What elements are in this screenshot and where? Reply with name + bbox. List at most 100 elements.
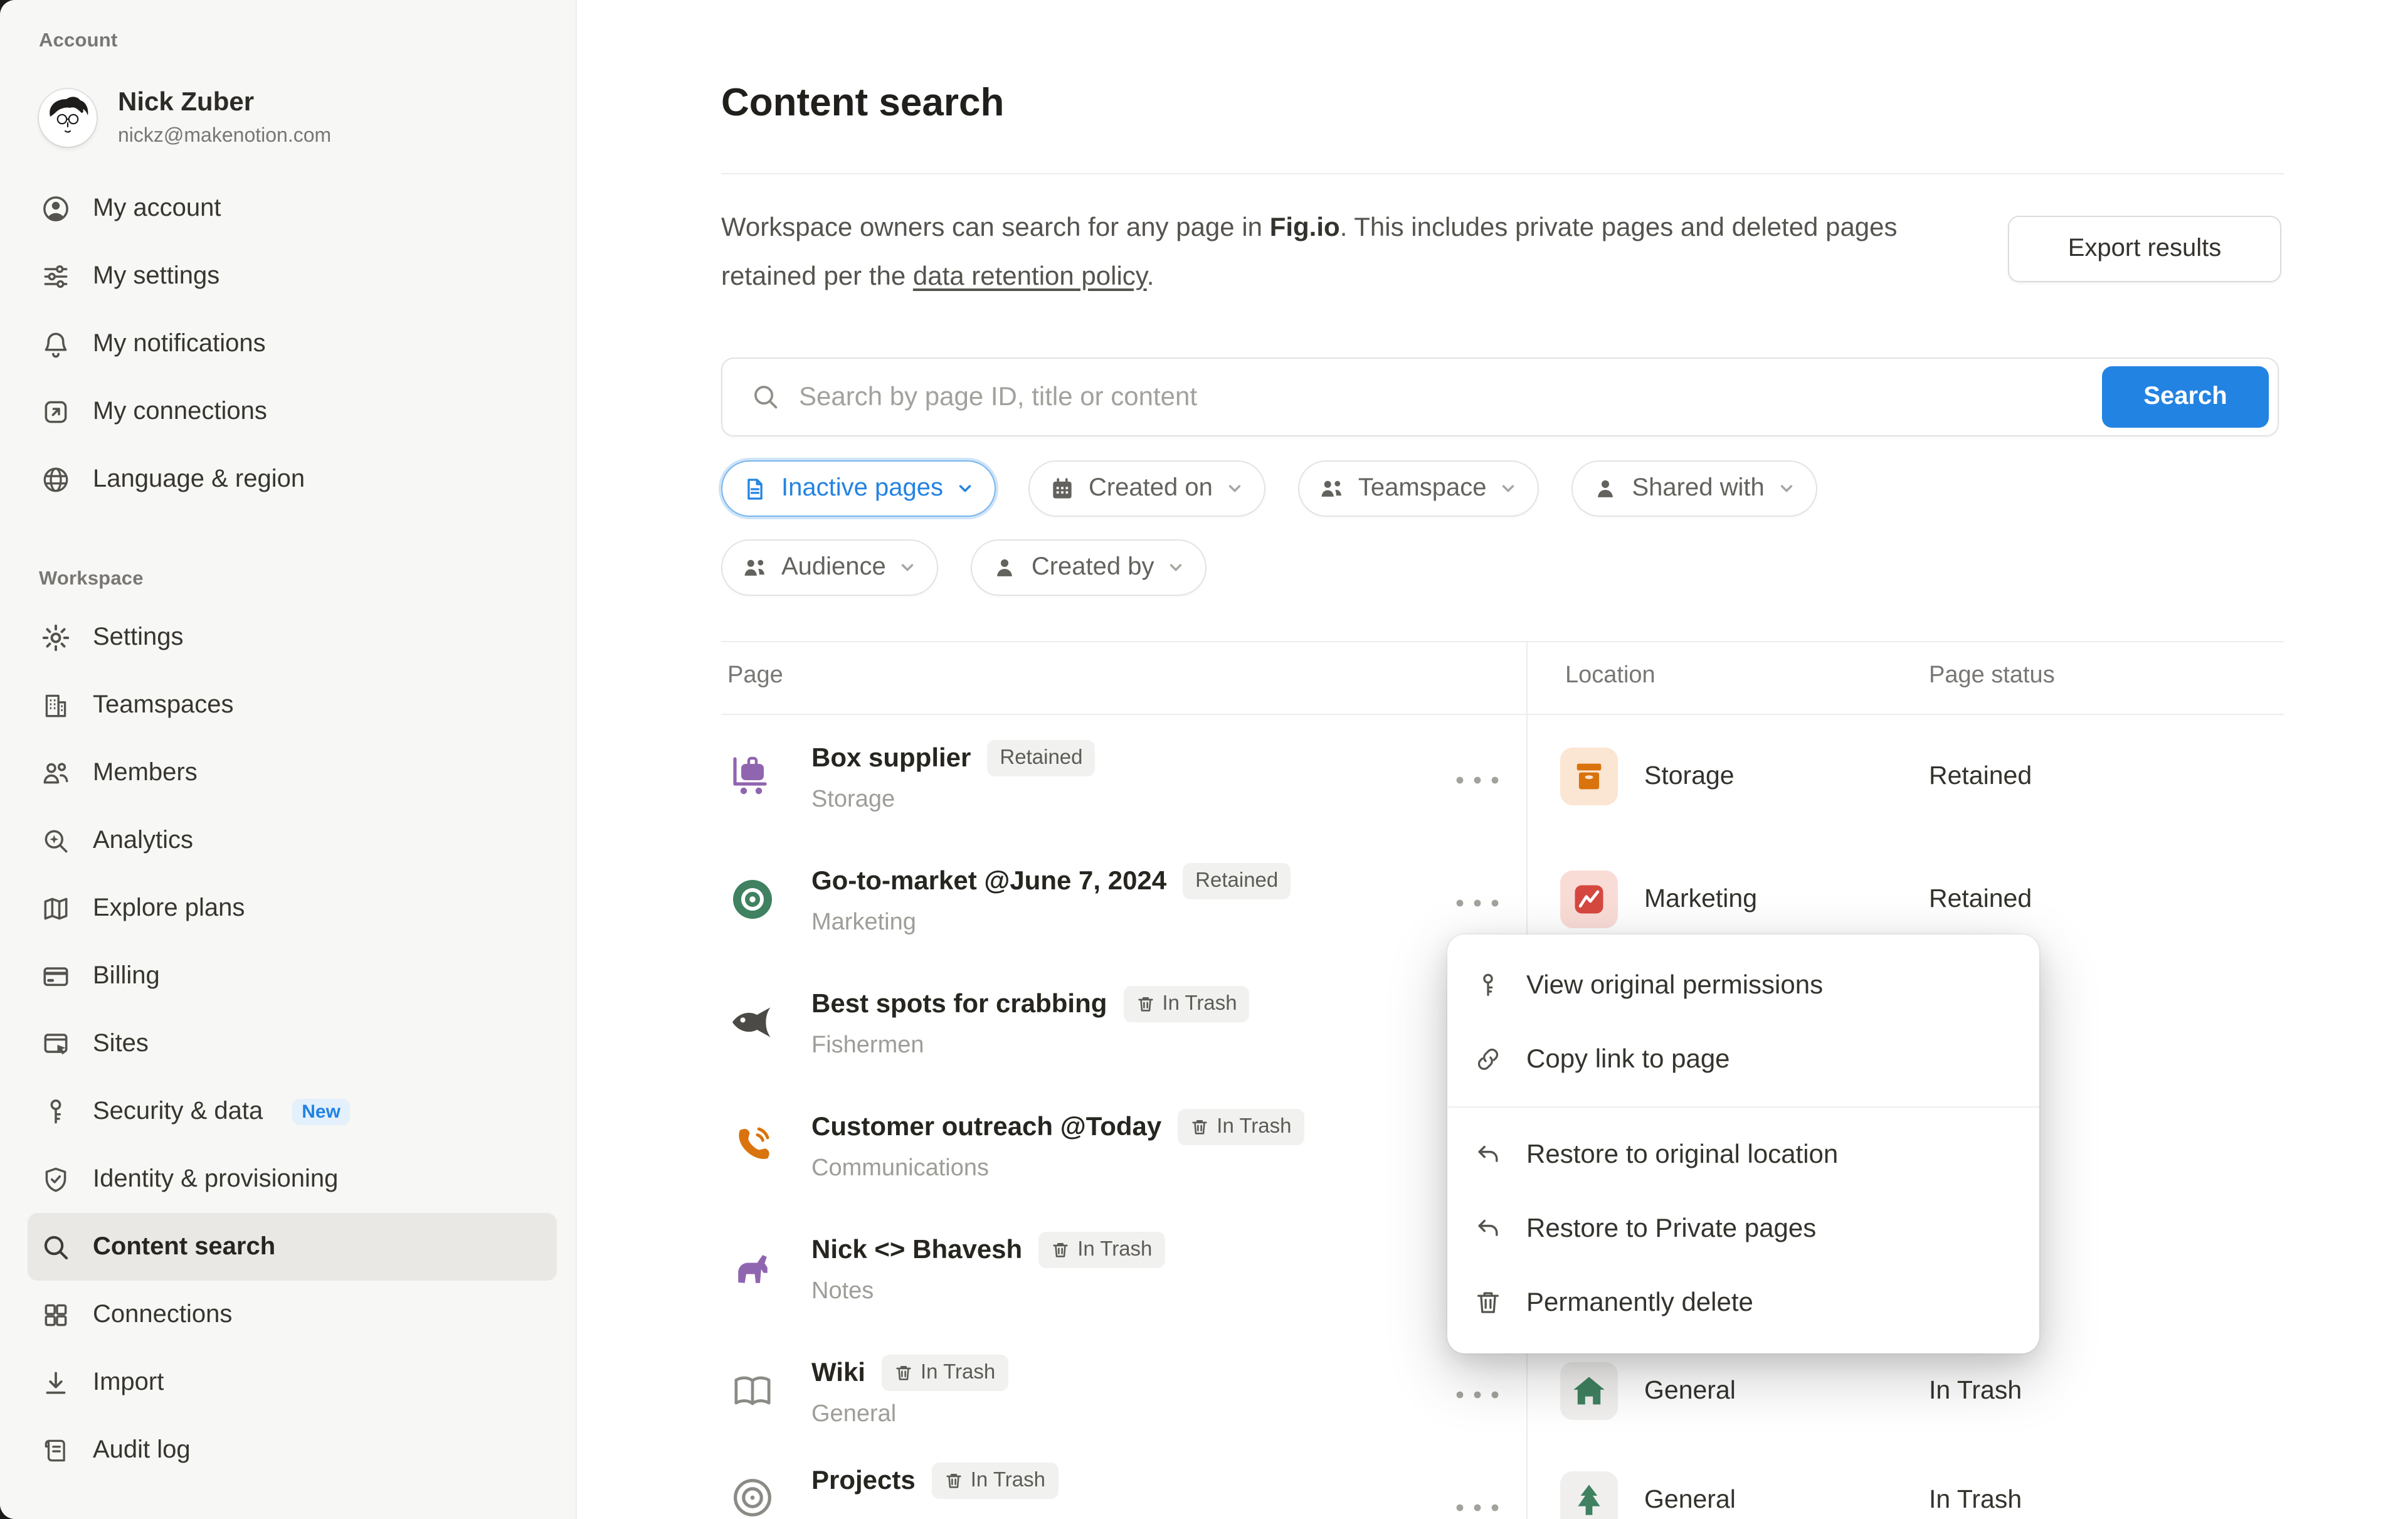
column-header-page: Page <box>727 662 783 690</box>
status-badge: Retained <box>987 740 1095 776</box>
page-title-cell: Projects <box>811 1466 916 1496</box>
page-title-cell: Nick <> Bhavesh <box>811 1235 1022 1265</box>
menu-item-label: Copy link to page <box>1526 1044 1730 1074</box>
people-icon <box>741 554 769 581</box>
page-title: Content search <box>721 80 1004 125</box>
chart-icon <box>1560 871 1618 928</box>
people-icon <box>1318 475 1346 502</box>
account-user[interactable]: Nick Zuber nickz@makenotion.com <box>39 79 539 157</box>
menu-item-restore-private-pages[interactable]: Restore to Private pages <box>1447 1192 2039 1266</box>
menu-item-restore-original-location[interactable]: Restore to original location <box>1447 1118 2039 1192</box>
filter-inactive-pages[interactable]: Inactive pages <box>721 460 996 517</box>
sidebar-item-audit-log[interactable]: Audit log <box>28 1416 557 1484</box>
badge-label: In Trash <box>971 1469 1045 1493</box>
sidebar-item-label: Settings <box>93 623 184 652</box>
search-bar: Search <box>721 357 2279 437</box>
sidebar-item-identity-provisioning[interactable]: Identity & provisioning <box>28 1145 557 1213</box>
undo-icon <box>1474 1214 1502 1243</box>
sidebar-item-label: Members <box>93 758 198 787</box>
search-button[interactable]: Search <box>2102 366 2269 428</box>
page-subtitle: Notes <box>811 1278 1164 1306</box>
row-actions-button[interactable] <box>1452 1498 1502 1513</box>
workspace-menu: Settings Teamspaces Members Analytics <box>39 603 539 1484</box>
sidebar-item-security-data[interactable]: Security & data New <box>28 1077 557 1145</box>
search-icon <box>750 381 781 413</box>
description-text: Workspace owners can search for any page… <box>721 213 1270 242</box>
sidebar-item-label: Teamspaces <box>93 691 234 719</box>
row-actions-button[interactable] <box>1452 1385 1502 1400</box>
shield-check-icon <box>39 1163 71 1195</box>
location-cell: General <box>1560 1453 1736 1519</box>
sidebar-item-connections[interactable]: Connections <box>28 1281 557 1348</box>
page-title-cell: Go-to-market @June 7, 2024 <box>811 866 1166 896</box>
search-icon <box>39 1231 71 1263</box>
filter-shared-with[interactable]: Shared with <box>1571 460 1817 517</box>
house-icon <box>1560 1362 1618 1420</box>
sidebar-item-label: Security & data <box>93 1097 263 1126</box>
menu-item-copy-link[interactable]: Copy link to page <box>1447 1022 2039 1096</box>
luggage-cart-icon <box>727 751 778 802</box>
browser-cursor-icon <box>39 1027 71 1060</box>
filter-label: Teamspace <box>1358 474 1487 503</box>
table-row[interactable]: Box supplier Retained Storage Storage Re… <box>577 715 2408 838</box>
sidebar-item-language-region[interactable]: Language & region <box>28 445 557 513</box>
map-icon <box>39 892 71 924</box>
filter-audience[interactable]: Audience <box>721 539 939 596</box>
menu-item-view-original-permissions[interactable]: View original permissions <box>1447 948 2039 1022</box>
row-actions-button[interactable] <box>1452 893 1502 908</box>
filter-label: Created by <box>1032 553 1154 582</box>
filter-teamspace[interactable]: Teamspace <box>1298 460 1539 517</box>
sidebar-item-settings[interactable]: Settings <box>28 603 557 671</box>
chevron-down-icon <box>1499 479 1518 498</box>
person-icon <box>991 554 1019 581</box>
credit-card-icon <box>39 960 71 992</box>
trash-icon <box>1136 995 1154 1014</box>
trash-icon <box>944 1471 963 1490</box>
table-row[interactable]: Projects In Trash General In Trash <box>577 1453 2408 1519</box>
data-retention-policy-link[interactable]: data retention policy <box>913 262 1147 291</box>
menu-item-permanently-delete[interactable]: Permanently delete <box>1447 1266 2039 1340</box>
search-input[interactable] <box>799 382 2102 412</box>
menu-item-label: Restore to Private pages <box>1526 1214 1816 1244</box>
sidebar-item-my-settings[interactable]: My settings <box>28 242 557 310</box>
badge-label: Retained <box>1000 746 1082 770</box>
sidebar-item-my-account[interactable]: My account <box>28 174 557 242</box>
person-icon <box>1592 475 1619 502</box>
page-subtitle: General <box>811 1401 1008 1429</box>
sidebar-item-my-notifications[interactable]: My notifications <box>28 310 557 378</box>
trash-icon <box>894 1363 913 1382</box>
key-icon <box>39 1095 71 1128</box>
row-actions-button[interactable] <box>1452 770 1502 785</box>
user-circle-icon <box>39 192 71 225</box>
status-badge: In Trash <box>1038 1232 1164 1268</box>
sidebar-item-members[interactable]: Members <box>28 739 557 807</box>
page-title-cell: Customer outreach @Today <box>811 1112 1161 1142</box>
page-subtitle: Storage <box>811 786 1096 814</box>
ellipsis-icon <box>1452 774 1502 786</box>
sidebar-item-label: Content search <box>93 1232 275 1261</box>
sliders-icon <box>39 260 71 292</box>
filter-created-by[interactable]: Created by <box>971 539 1207 596</box>
sidebar-item-teamspaces[interactable]: Teamspaces <box>28 671 557 739</box>
sidebar-item-my-connections[interactable]: My connections <box>28 378 557 445</box>
badge-label: Retained <box>1195 869 1278 893</box>
globe-icon <box>39 463 71 495</box>
sidebar-item-explore-plans[interactable]: Explore plans <box>28 874 557 942</box>
sidebar-item-content-search[interactable]: Content search <box>28 1213 557 1281</box>
fish-icon <box>727 997 778 1047</box>
sidebar-item-analytics[interactable]: Analytics <box>28 807 557 874</box>
sidebar-item-sites[interactable]: Sites <box>28 1010 557 1077</box>
location-cell: Storage <box>1560 715 1735 838</box>
export-results-button[interactable]: Export results <box>2008 216 2281 282</box>
filter-created-on[interactable]: Created on <box>1028 460 1265 517</box>
page-title-cell: Wiki <box>811 1358 865 1388</box>
page-icon <box>741 475 769 502</box>
badge-label: In Trash <box>1217 1115 1291 1139</box>
chevron-down-icon <box>956 479 974 498</box>
badge-label: In Trash <box>921 1361 995 1385</box>
sidebar-item-import[interactable]: Import <box>28 1348 557 1416</box>
filter-label: Created on <box>1089 474 1213 503</box>
sidebar-item-billing[interactable]: Billing <box>28 942 557 1010</box>
search-sparkle-icon <box>39 824 71 857</box>
settings-sidebar: Account Nick Zuber nickz@makenotion.com <box>0 0 577 1519</box>
